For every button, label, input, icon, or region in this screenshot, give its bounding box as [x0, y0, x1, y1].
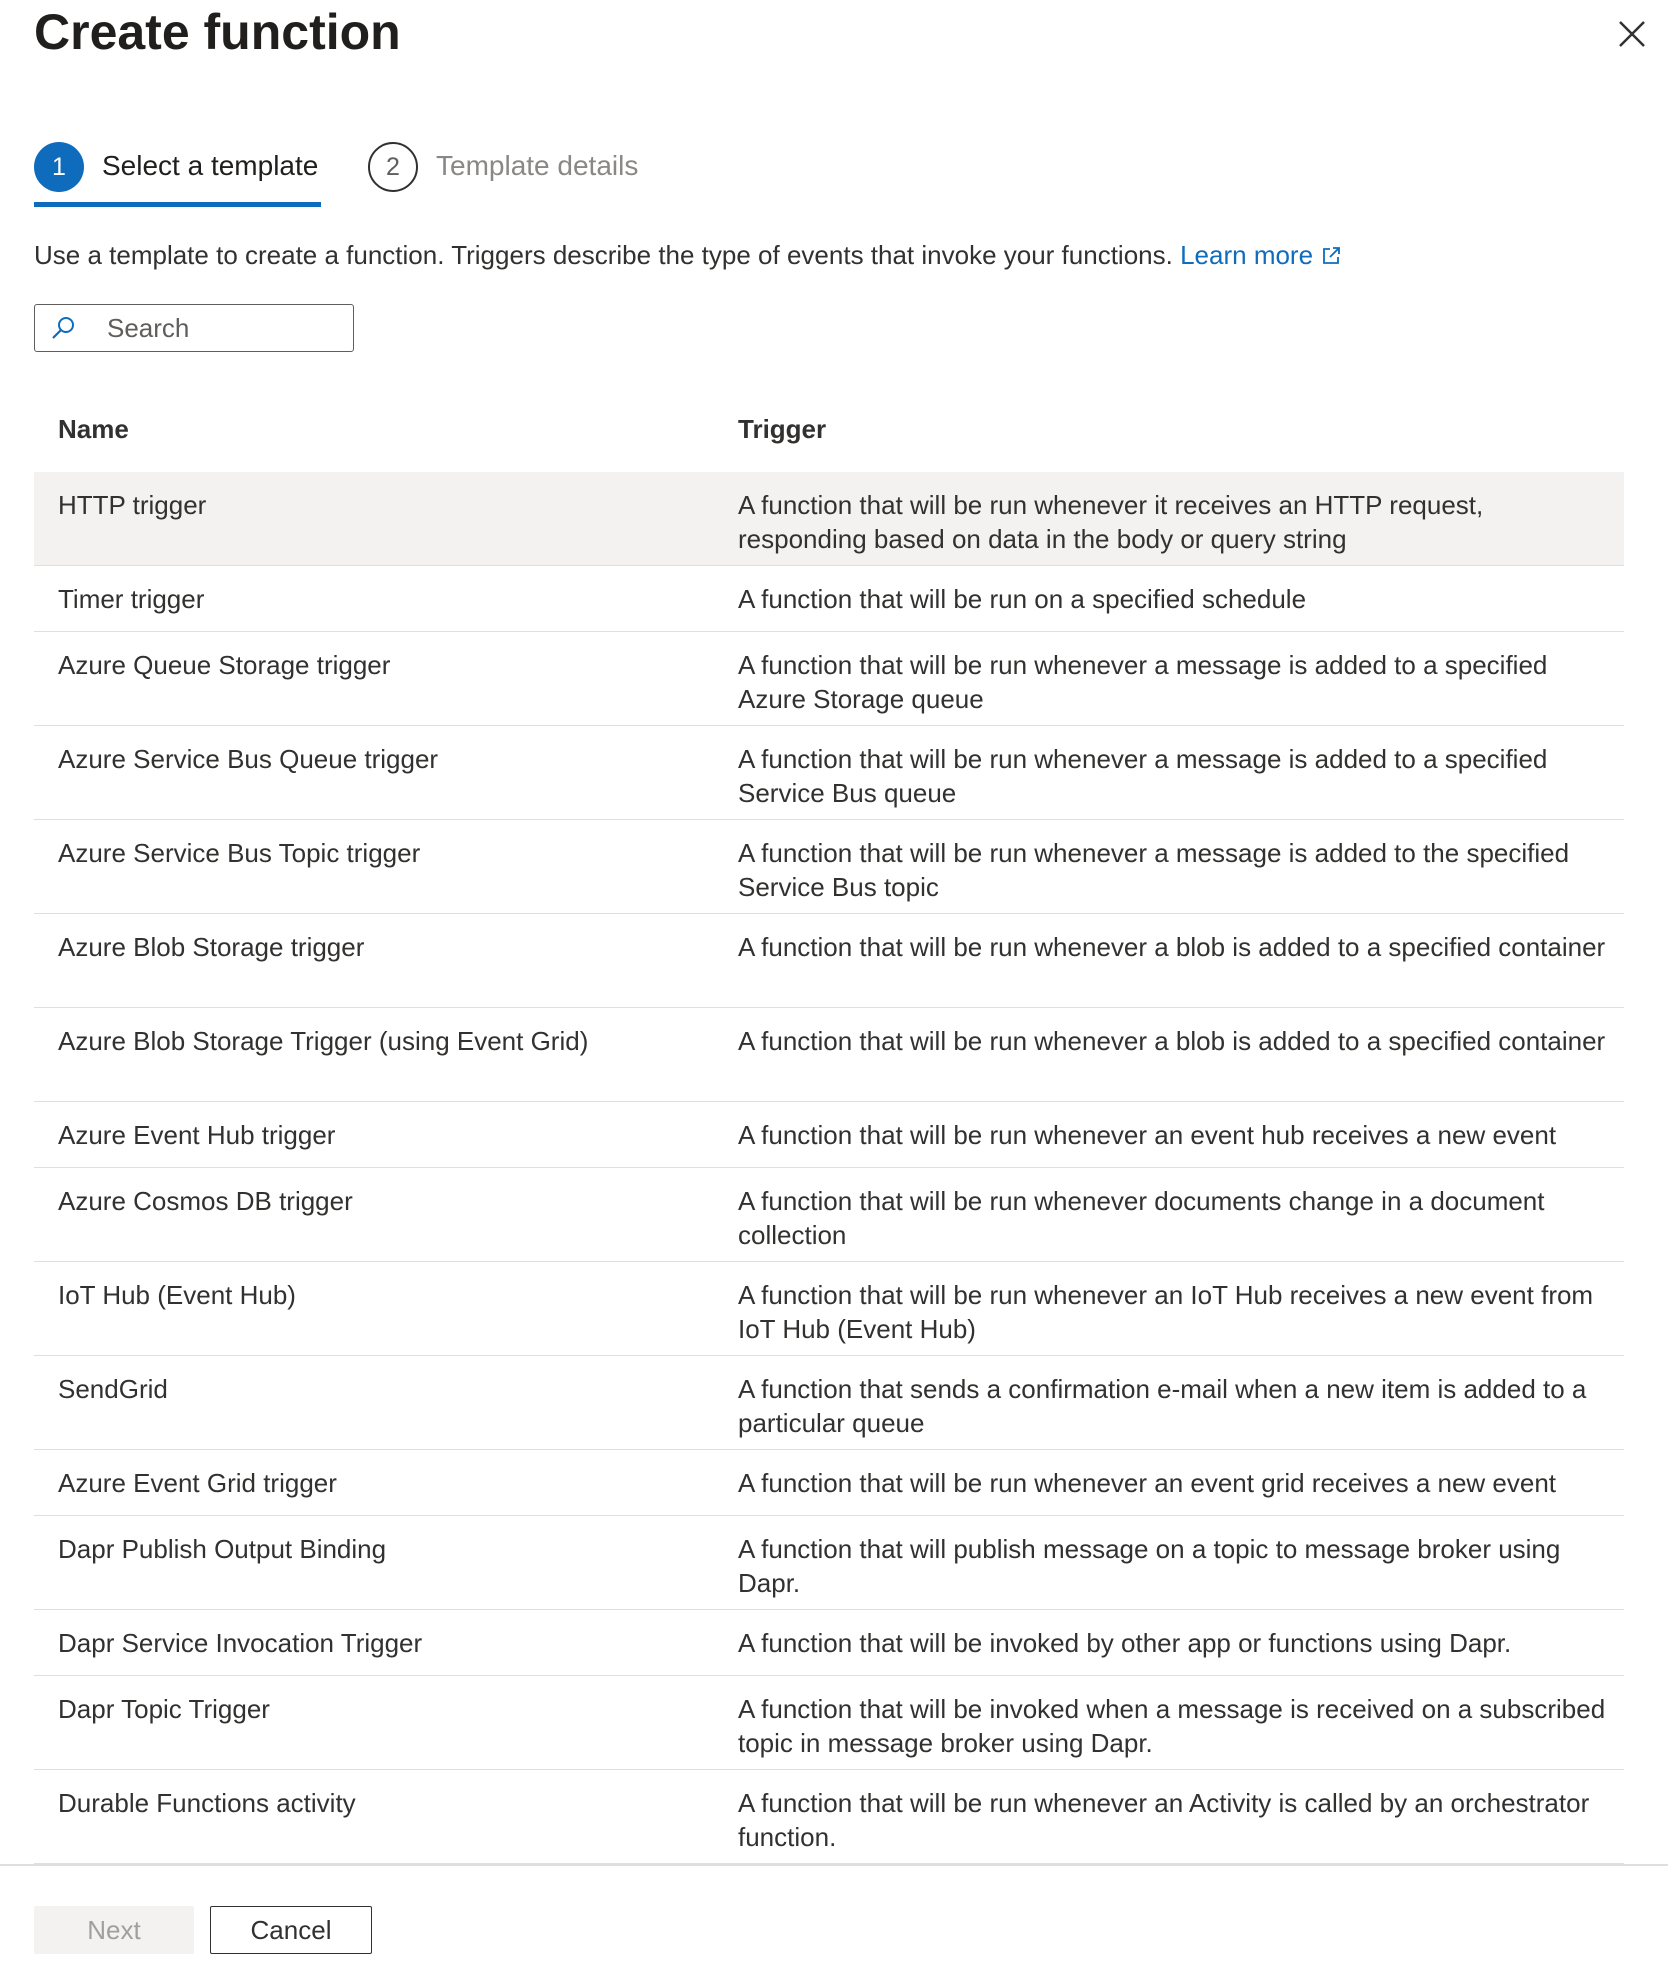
template-trigger-description: A function that will be run whenever an …	[738, 1120, 1557, 1150]
template-name: Azure Event Grid trigger	[58, 1468, 337, 1498]
dialog-title: Create function	[34, 4, 401, 60]
column-header-name[interactable]: Name	[58, 414, 129, 445]
step-label: Select a template	[102, 150, 319, 181]
table-row[interactable]: Azure Blob Storage trigger A function tha…	[34, 914, 1624, 1008]
template-name: Azure Blob Storage trigger	[58, 932, 365, 962]
template-name: Durable Functions activity	[58, 1788, 356, 1818]
table-row[interactable]: Azure Queue Storage trigger A function th…	[34, 632, 1624, 726]
table-row[interactable]: HTTP trigger A function that will be run …	[34, 472, 1624, 566]
step-number-badge: 2	[368, 142, 418, 192]
template-name: Azure Cosmos DB trigger	[58, 1186, 353, 1216]
template-name: HTTP trigger	[58, 490, 207, 520]
footer-divider	[0, 1864, 1668, 1866]
template-trigger-description: A function that sends a confirmation e-m…	[738, 1374, 1587, 1438]
template-trigger-description: A function that will be run whenever a b…	[738, 1026, 1606, 1056]
active-step-indicator	[34, 202, 321, 207]
table-body: HTTP trigger A function that will be run …	[34, 472, 1624, 1864]
table-row[interactable]: IoT Hub (Event Hub) A function that will …	[34, 1262, 1624, 1356]
search-input[interactable]	[107, 311, 347, 345]
table-row[interactable]: Azure Event Hub trigger A function that w…	[34, 1102, 1624, 1168]
template-table: Name Trigger HTTP trigger A function that…	[34, 400, 1624, 1864]
template-trigger-description: A function that will publish message on …	[738, 1534, 1561, 1598]
template-name: IoT Hub (Event Hub)	[58, 1280, 296, 1310]
template-trigger-description: A function that will be run whenever a b…	[738, 932, 1606, 962]
template-trigger-description: A function that will be run whenever an …	[738, 1788, 1590, 1852]
template-trigger-description: A function that will be run whenever a m…	[738, 838, 1570, 902]
template-trigger-description: A function that will be invoked by other…	[738, 1628, 1512, 1658]
intro-text: Use a template to create a function. Tri…	[34, 240, 1173, 270]
table-row[interactable]: Durable Functions activity A function tha…	[34, 1770, 1624, 1864]
next-button[interactable]: Next	[34, 1906, 194, 1954]
search-icon	[52, 317, 74, 339]
template-name: Azure Service Bus Topic trigger	[58, 838, 421, 868]
step-label: Template details	[436, 150, 639, 181]
table-row[interactable]: Dapr Service Invocation Trigger A functio…	[34, 1610, 1624, 1676]
table-row[interactable]: Azure Cosmos DB trigger A function that w…	[34, 1168, 1624, 1262]
table-row[interactable]: Azure Event Grid trigger A function that …	[34, 1450, 1624, 1516]
template-name: Dapr Service Invocation Trigger	[58, 1628, 423, 1658]
learn-more-label: Learn more	[1180, 240, 1314, 270]
template-name: Azure Service Bus Queue trigger	[58, 744, 439, 774]
wizard-steps: 1 Select a template 2 Template details	[34, 140, 734, 210]
template-name: SendGrid	[58, 1374, 168, 1404]
external-link-icon	[1323, 247, 1340, 264]
template-trigger-description: A function that will be run whenever it …	[738, 490, 1484, 554]
table-row[interactable]: Dapr Topic Trigger A function that will b…	[34, 1676, 1624, 1770]
learn-more-link[interactable]: Learn more	[1180, 240, 1341, 270]
template-trigger-description: A function that will be run on a specifi…	[738, 584, 1307, 614]
cancel-button[interactable]: Cancel	[210, 1906, 372, 1954]
table-row[interactable]: Azure Blob Storage Trigger (using Event …	[34, 1008, 1624, 1102]
template-trigger-description: A function that will be invoked when a m…	[738, 1694, 1606, 1758]
template-name: Dapr Publish Output Binding	[58, 1534, 387, 1564]
table-row[interactable]: Azure Service Bus Queue trigger A functio…	[34, 726, 1624, 820]
table-row[interactable]: Timer trigger A function that will be run…	[34, 566, 1624, 632]
table-header: Name Trigger	[34, 400, 1624, 472]
search-box	[34, 304, 354, 352]
template-trigger-description: A function that will be run whenever a m…	[738, 650, 1548, 714]
column-header-trigger[interactable]: Trigger	[738, 414, 826, 445]
table-row[interactable]: SendGrid A function that sends a confirma…	[34, 1356, 1624, 1450]
template-trigger-description: A function that will be run whenever a m…	[738, 744, 1548, 808]
template-trigger-description: A function that will be run whenever doc…	[738, 1186, 1545, 1250]
table-row[interactable]: Azure Service Bus Topic trigger A functio…	[34, 820, 1624, 914]
template-name: Azure Blob Storage Trigger (using Event …	[58, 1026, 589, 1056]
template-name: Azure Queue Storage trigger	[58, 650, 391, 680]
template-name: Azure Event Hub trigger	[58, 1120, 336, 1150]
template-name: Timer trigger	[58, 584, 205, 614]
step-number-badge: 1	[34, 142, 84, 192]
close-icon[interactable]	[1612, 14, 1652, 54]
intro-text-container: Use a template to create a function. Tri…	[34, 240, 1341, 271]
template-trigger-description: A function that will be run whenever an …	[738, 1280, 1594, 1344]
template-trigger-description: A function that will be run whenever an …	[738, 1468, 1557, 1498]
table-row[interactable]: Dapr Publish Output Binding A function th…	[34, 1516, 1624, 1610]
template-name: Dapr Topic Trigger	[58, 1694, 270, 1724]
